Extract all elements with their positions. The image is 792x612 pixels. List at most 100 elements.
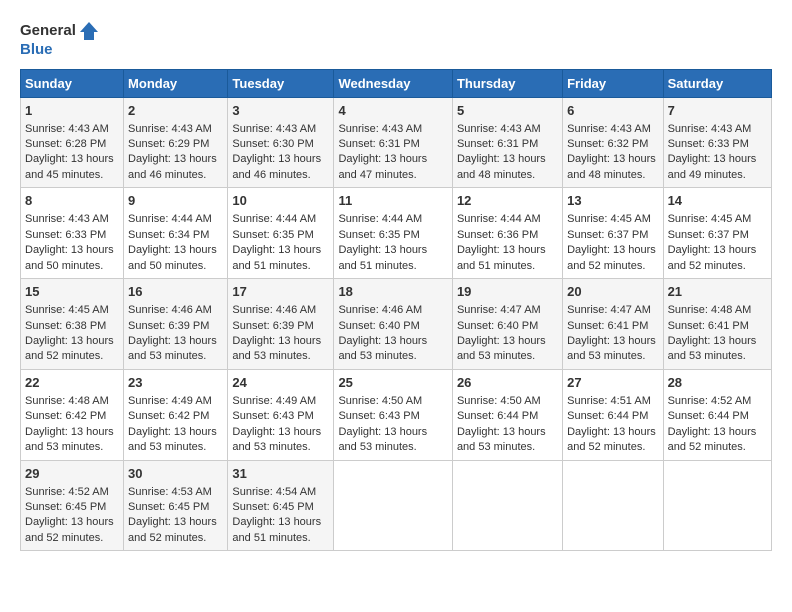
sunset-text: Sunset: 6:42 PM [128, 410, 209, 422]
logo-blue: Blue [20, 42, 53, 59]
calendar-cell: 1 Sunrise: 4:43 AM Sunset: 6:28 PM Dayli… [21, 97, 124, 188]
sunset-text: Sunset: 6:36 PM [457, 229, 538, 241]
logo-general: General [20, 23, 76, 40]
sunrise-text: Sunrise: 4:43 AM [25, 123, 109, 135]
day-number: 29 [25, 465, 119, 483]
day-number: 26 [457, 374, 558, 392]
sunset-text: Sunset: 6:39 PM [128, 320, 209, 332]
sunrise-text: Sunrise: 4:49 AM [232, 395, 316, 407]
daylight-text: Daylight: 13 hours and 52 minutes. [25, 335, 114, 362]
sunrise-text: Sunrise: 4:48 AM [25, 395, 109, 407]
sunset-text: Sunset: 6:37 PM [567, 229, 648, 241]
day-number: 3 [232, 102, 329, 120]
sunset-text: Sunset: 6:45 PM [232, 501, 313, 513]
day-number: 19 [457, 283, 558, 301]
daylight-text: Daylight: 13 hours and 49 minutes. [668, 153, 757, 180]
page-header: General Blue [20, 20, 772, 59]
calendar-cell: 8 Sunrise: 4:43 AM Sunset: 6:33 PM Dayli… [21, 188, 124, 279]
daylight-text: Daylight: 13 hours and 46 minutes. [128, 153, 217, 180]
sunset-text: Sunset: 6:33 PM [668, 138, 749, 150]
sunrise-text: Sunrise: 4:50 AM [338, 395, 422, 407]
daylight-text: Daylight: 13 hours and 53 minutes. [338, 335, 427, 362]
calendar-cell: 13 Sunrise: 4:45 AM Sunset: 6:37 PM Dayl… [563, 188, 663, 279]
daylight-text: Daylight: 13 hours and 50 minutes. [128, 244, 217, 271]
daylight-text: Daylight: 13 hours and 51 minutes. [232, 516, 321, 543]
daylight-text: Daylight: 13 hours and 53 minutes. [457, 335, 546, 362]
header-row: SundayMondayTuesdayWednesdayThursdayFrid… [21, 69, 772, 97]
daylight-text: Daylight: 13 hours and 46 minutes. [232, 153, 321, 180]
daylight-text: Daylight: 13 hours and 45 minutes. [25, 153, 114, 180]
calendar-cell: 24 Sunrise: 4:49 AM Sunset: 6:43 PM Dayl… [228, 369, 334, 460]
column-header-saturday: Saturday [663, 69, 771, 97]
sunrise-text: Sunrise: 4:51 AM [567, 395, 651, 407]
calendar-cell: 23 Sunrise: 4:49 AM Sunset: 6:42 PM Dayl… [124, 369, 228, 460]
sunrise-text: Sunrise: 4:47 AM [567, 304, 651, 316]
sunset-text: Sunset: 6:44 PM [567, 410, 648, 422]
daylight-text: Daylight: 13 hours and 52 minutes. [668, 244, 757, 271]
day-number: 5 [457, 102, 558, 120]
daylight-text: Daylight: 13 hours and 52 minutes. [567, 244, 656, 271]
sunrise-text: Sunrise: 4:46 AM [338, 304, 422, 316]
sunset-text: Sunset: 6:31 PM [338, 138, 419, 150]
sunset-text: Sunset: 6:41 PM [567, 320, 648, 332]
daylight-text: Daylight: 13 hours and 48 minutes. [567, 153, 656, 180]
daylight-text: Daylight: 13 hours and 53 minutes. [232, 335, 321, 362]
day-number: 4 [338, 102, 448, 120]
calendar-cell: 16 Sunrise: 4:46 AM Sunset: 6:39 PM Dayl… [124, 279, 228, 370]
calendar-cell: 17 Sunrise: 4:46 AM Sunset: 6:39 PM Dayl… [228, 279, 334, 370]
daylight-text: Daylight: 13 hours and 50 minutes. [25, 244, 114, 271]
day-number: 11 [338, 192, 448, 210]
calendar-cell: 30 Sunrise: 4:53 AM Sunset: 6:45 PM Dayl… [124, 460, 228, 551]
sunrise-text: Sunrise: 4:52 AM [25, 486, 109, 498]
daylight-text: Daylight: 13 hours and 53 minutes. [338, 426, 427, 453]
sunset-text: Sunset: 6:34 PM [128, 229, 209, 241]
week-row-5: 29 Sunrise: 4:52 AM Sunset: 6:45 PM Dayl… [21, 460, 772, 551]
week-row-1: 1 Sunrise: 4:43 AM Sunset: 6:28 PM Dayli… [21, 97, 772, 188]
calendar-cell: 27 Sunrise: 4:51 AM Sunset: 6:44 PM Dayl… [563, 369, 663, 460]
day-number: 10 [232, 192, 329, 210]
calendar-cell: 7 Sunrise: 4:43 AM Sunset: 6:33 PM Dayli… [663, 97, 771, 188]
day-number: 20 [567, 283, 658, 301]
sunset-text: Sunset: 6:45 PM [25, 501, 106, 513]
sunrise-text: Sunrise: 4:43 AM [232, 123, 316, 135]
sunset-text: Sunset: 6:29 PM [128, 138, 209, 150]
calendar-cell: 5 Sunrise: 4:43 AM Sunset: 6:31 PM Dayli… [452, 97, 562, 188]
calendar-cell: 25 Sunrise: 4:50 AM Sunset: 6:43 PM Dayl… [334, 369, 453, 460]
calendar-cell: 6 Sunrise: 4:43 AM Sunset: 6:32 PM Dayli… [563, 97, 663, 188]
day-number: 27 [567, 374, 658, 392]
sunset-text: Sunset: 6:39 PM [232, 320, 313, 332]
sunset-text: Sunset: 6:42 PM [25, 410, 106, 422]
calendar-cell: 18 Sunrise: 4:46 AM Sunset: 6:40 PM Dayl… [334, 279, 453, 370]
sunrise-text: Sunrise: 4:47 AM [457, 304, 541, 316]
logo-arrow-icon [78, 20, 100, 42]
sunrise-text: Sunrise: 4:48 AM [668, 304, 752, 316]
daylight-text: Daylight: 13 hours and 47 minutes. [338, 153, 427, 180]
calendar-table: SundayMondayTuesdayWednesdayThursdayFrid… [20, 69, 772, 552]
sunset-text: Sunset: 6:35 PM [338, 229, 419, 241]
sunset-text: Sunset: 6:31 PM [457, 138, 538, 150]
daylight-text: Daylight: 13 hours and 53 minutes. [668, 335, 757, 362]
sunrise-text: Sunrise: 4:45 AM [668, 213, 752, 225]
sunset-text: Sunset: 6:43 PM [338, 410, 419, 422]
sunset-text: Sunset: 6:30 PM [232, 138, 313, 150]
calendar-cell: 26 Sunrise: 4:50 AM Sunset: 6:44 PM Dayl… [452, 369, 562, 460]
daylight-text: Daylight: 13 hours and 53 minutes. [457, 426, 546, 453]
sunrise-text: Sunrise: 4:45 AM [567, 213, 651, 225]
sunrise-text: Sunrise: 4:54 AM [232, 486, 316, 498]
sunset-text: Sunset: 6:35 PM [232, 229, 313, 241]
column-header-sunday: Sunday [21, 69, 124, 97]
daylight-text: Daylight: 13 hours and 48 minutes. [457, 153, 546, 180]
daylight-text: Daylight: 13 hours and 53 minutes. [567, 335, 656, 362]
calendar-cell: 29 Sunrise: 4:52 AM Sunset: 6:45 PM Dayl… [21, 460, 124, 551]
day-number: 1 [25, 102, 119, 120]
calendar-cell: 11 Sunrise: 4:44 AM Sunset: 6:35 PM Dayl… [334, 188, 453, 279]
sunrise-text: Sunrise: 4:45 AM [25, 304, 109, 316]
sunset-text: Sunset: 6:40 PM [457, 320, 538, 332]
calendar-cell: 14 Sunrise: 4:45 AM Sunset: 6:37 PM Dayl… [663, 188, 771, 279]
week-row-3: 15 Sunrise: 4:45 AM Sunset: 6:38 PM Dayl… [21, 279, 772, 370]
column-header-thursday: Thursday [452, 69, 562, 97]
sunrise-text: Sunrise: 4:43 AM [25, 213, 109, 225]
sunrise-text: Sunrise: 4:43 AM [567, 123, 651, 135]
calendar-cell [663, 460, 771, 551]
calendar-cell: 20 Sunrise: 4:47 AM Sunset: 6:41 PM Dayl… [563, 279, 663, 370]
